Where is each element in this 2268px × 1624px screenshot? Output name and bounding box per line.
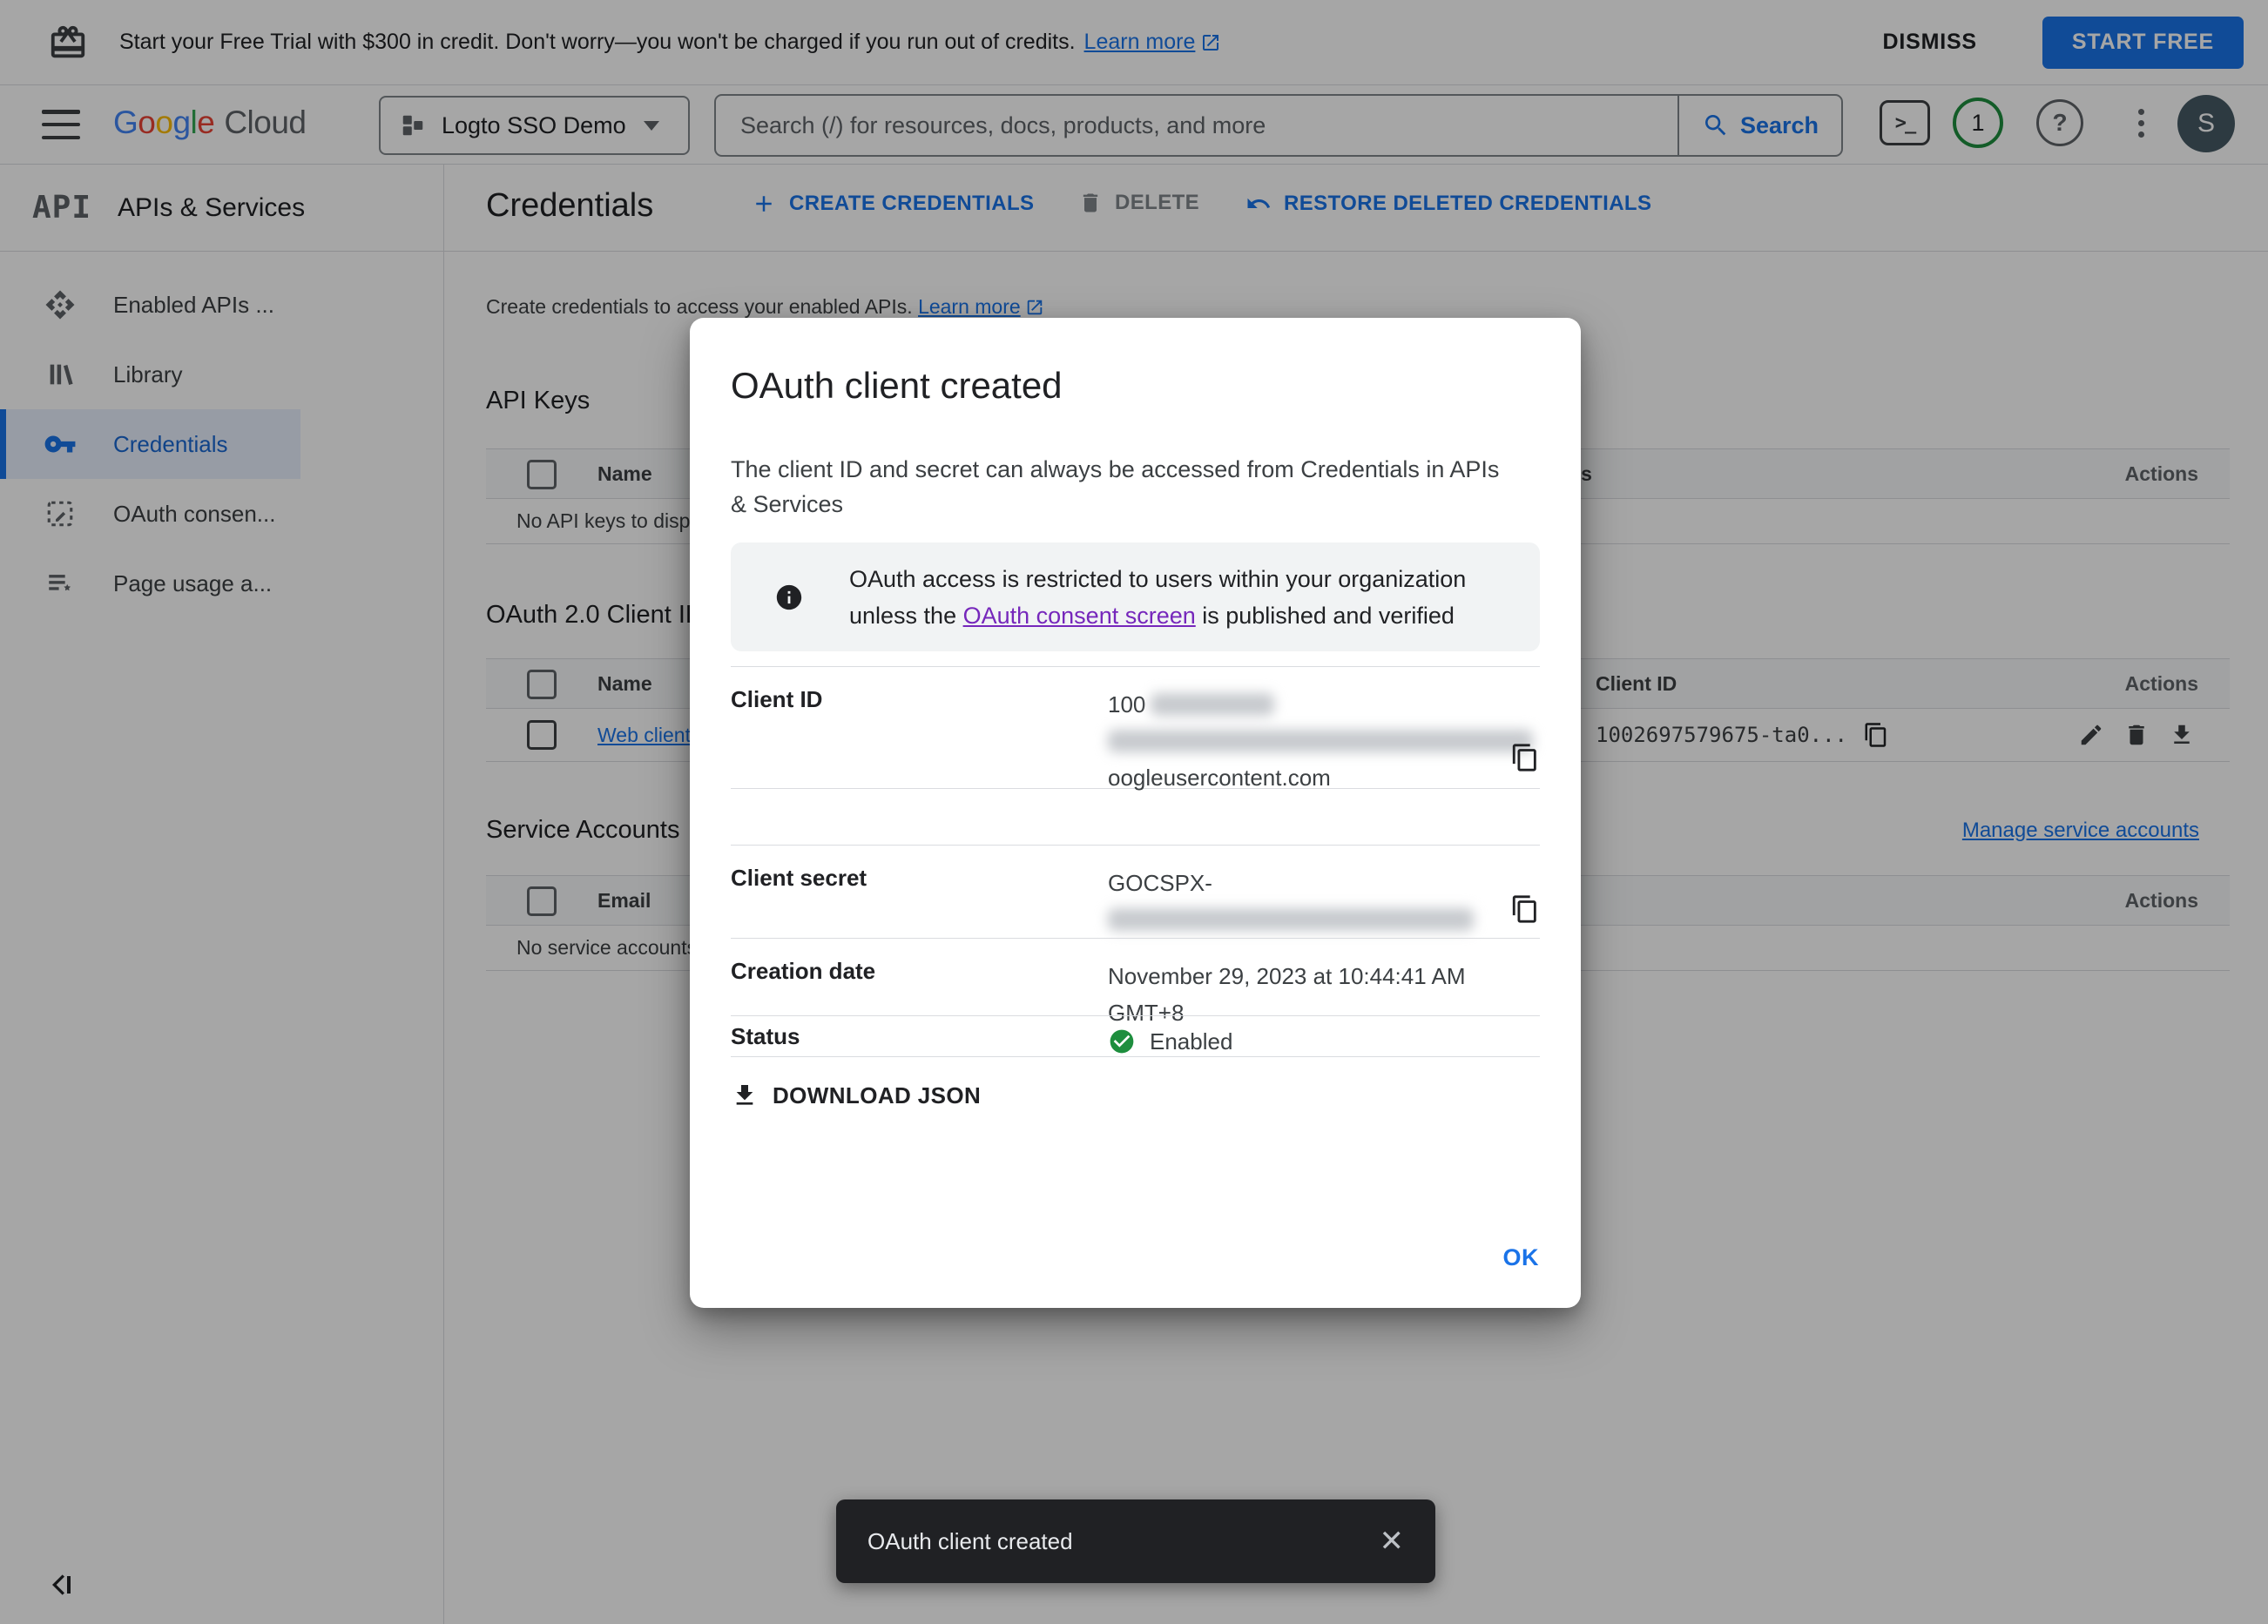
toast-message: OAuth client created [867, 1527, 1073, 1554]
status-value: Enabled [1108, 1016, 1540, 1056]
close-icon[interactable]: ✕ [1380, 1526, 1405, 1556]
copy-icon[interactable] [1510, 743, 1540, 772]
download-json-button[interactable]: DOWNLOAD JSON [731, 1082, 981, 1109]
check-circle-icon [1110, 1029, 1134, 1054]
creation-date-value: November 29, 2023 at 10:44:41 AM GMT+8 [1108, 963, 1466, 1026]
row-spacer [731, 789, 1540, 845]
client-secret-value: GOCSPX- [1108, 846, 1540, 938]
oauth-consent-screen-link[interactable]: OAuth consent screen [963, 603, 1196, 629]
redacted-text [1108, 730, 1533, 752]
toast-notification: OAuth client created ✕ [836, 1499, 1435, 1583]
restricted-access-notice: OAuth access is restricted to users with… [731, 542, 1540, 651]
dialog-title: OAuth client created [731, 365, 1063, 406]
client-id-value: 100 oogleusercontent.com [1108, 667, 1540, 791]
info-icon [774, 583, 804, 612]
ok-button[interactable]: OK [1503, 1244, 1540, 1271]
client-secret-row: Client secret GOCSPX- [731, 845, 1540, 939]
redacted-text [1151, 693, 1275, 716]
status-badge: Enabled [1150, 1028, 1233, 1055]
client-id-row: Client ID 100 oogleusercontent.com [731, 666, 1540, 791]
download-icon [736, 1085, 753, 1105]
status-row: Status Enabled [731, 1015, 1540, 1057]
redacted-text [1108, 908, 1474, 931]
dialog-body-text: The client ID and secret can always be a… [731, 456, 1500, 517]
dialog-detail-rows: Client ID 100 oogleusercontent.com Clien… [731, 666, 1540, 1057]
notice-text: OAuth access is restricted to users with… [849, 565, 1467, 629]
creation-date-row: Creation date November 29, 2023 at 10:44… [731, 939, 1540, 1026]
oauth-client-created-dialog: OAuth client created The client ID and s… [690, 318, 1581, 1308]
copy-icon[interactable] [1510, 894, 1540, 924]
